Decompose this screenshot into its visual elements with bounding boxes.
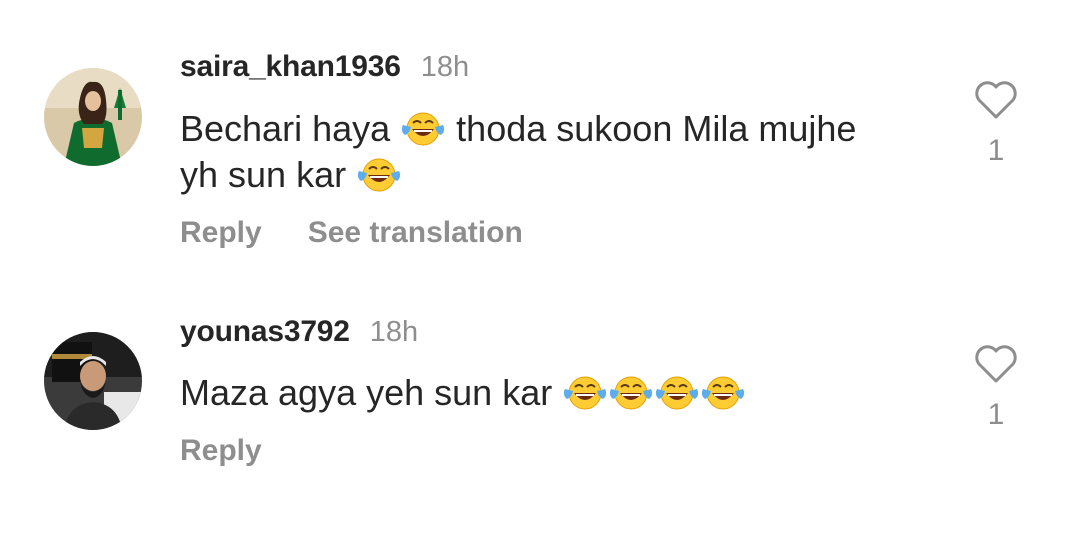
like-count: 1 <box>987 134 1005 167</box>
comment-meta: younas3792 18h <box>180 315 418 349</box>
comment-text: Bechari haya thoda sukoon Mila mujhe yh … <box>180 106 940 198</box>
avatar[interactable] <box>44 68 142 166</box>
face-with-tears-of-joy-icon <box>608 373 654 411</box>
comment-text-part: Maza agya yeh sun kar <box>180 372 553 413</box>
timestamp: 18h <box>369 316 419 348</box>
reply-button[interactable]: Reply <box>180 434 262 468</box>
avatar[interactable] <box>44 332 142 430</box>
like-control: 1 <box>972 344 1020 432</box>
username[interactable]: younas3792 <box>180 315 350 349</box>
comment-text-part: thoda sukoon Mila mujhe <box>456 108 857 149</box>
reply-button[interactable]: Reply <box>180 216 262 250</box>
comment-text-part: Bechari haya <box>180 108 391 149</box>
heart-icon[interactable] <box>973 344 1019 384</box>
comment-text-part: yh sun kar <box>180 154 347 195</box>
see-translation-button[interactable]: See translation <box>308 216 523 250</box>
timestamp: 18h <box>420 51 470 83</box>
comment-actions: Reply See translation <box>180 216 523 250</box>
comment-meta: saira_khan1936 18h <box>180 50 469 84</box>
username[interactable]: saira_khan1936 <box>180 50 401 84</box>
face-with-tears-of-joy-icon <box>400 109 446 147</box>
face-with-tears-of-joy-icon <box>700 373 746 411</box>
like-count: 1 <box>987 398 1005 431</box>
avatar-image <box>44 332 142 430</box>
like-control: 1 <box>972 80 1020 168</box>
face-with-tears-of-joy-icon <box>356 155 402 193</box>
comment-actions: Reply <box>180 434 262 468</box>
comment-text: Maza agya yeh sun kar <box>180 370 940 416</box>
avatar-image <box>44 68 142 166</box>
face-with-tears-of-joy-icon <box>562 373 608 411</box>
heart-icon[interactable] <box>973 80 1019 120</box>
face-with-tears-of-joy-icon <box>654 373 700 411</box>
